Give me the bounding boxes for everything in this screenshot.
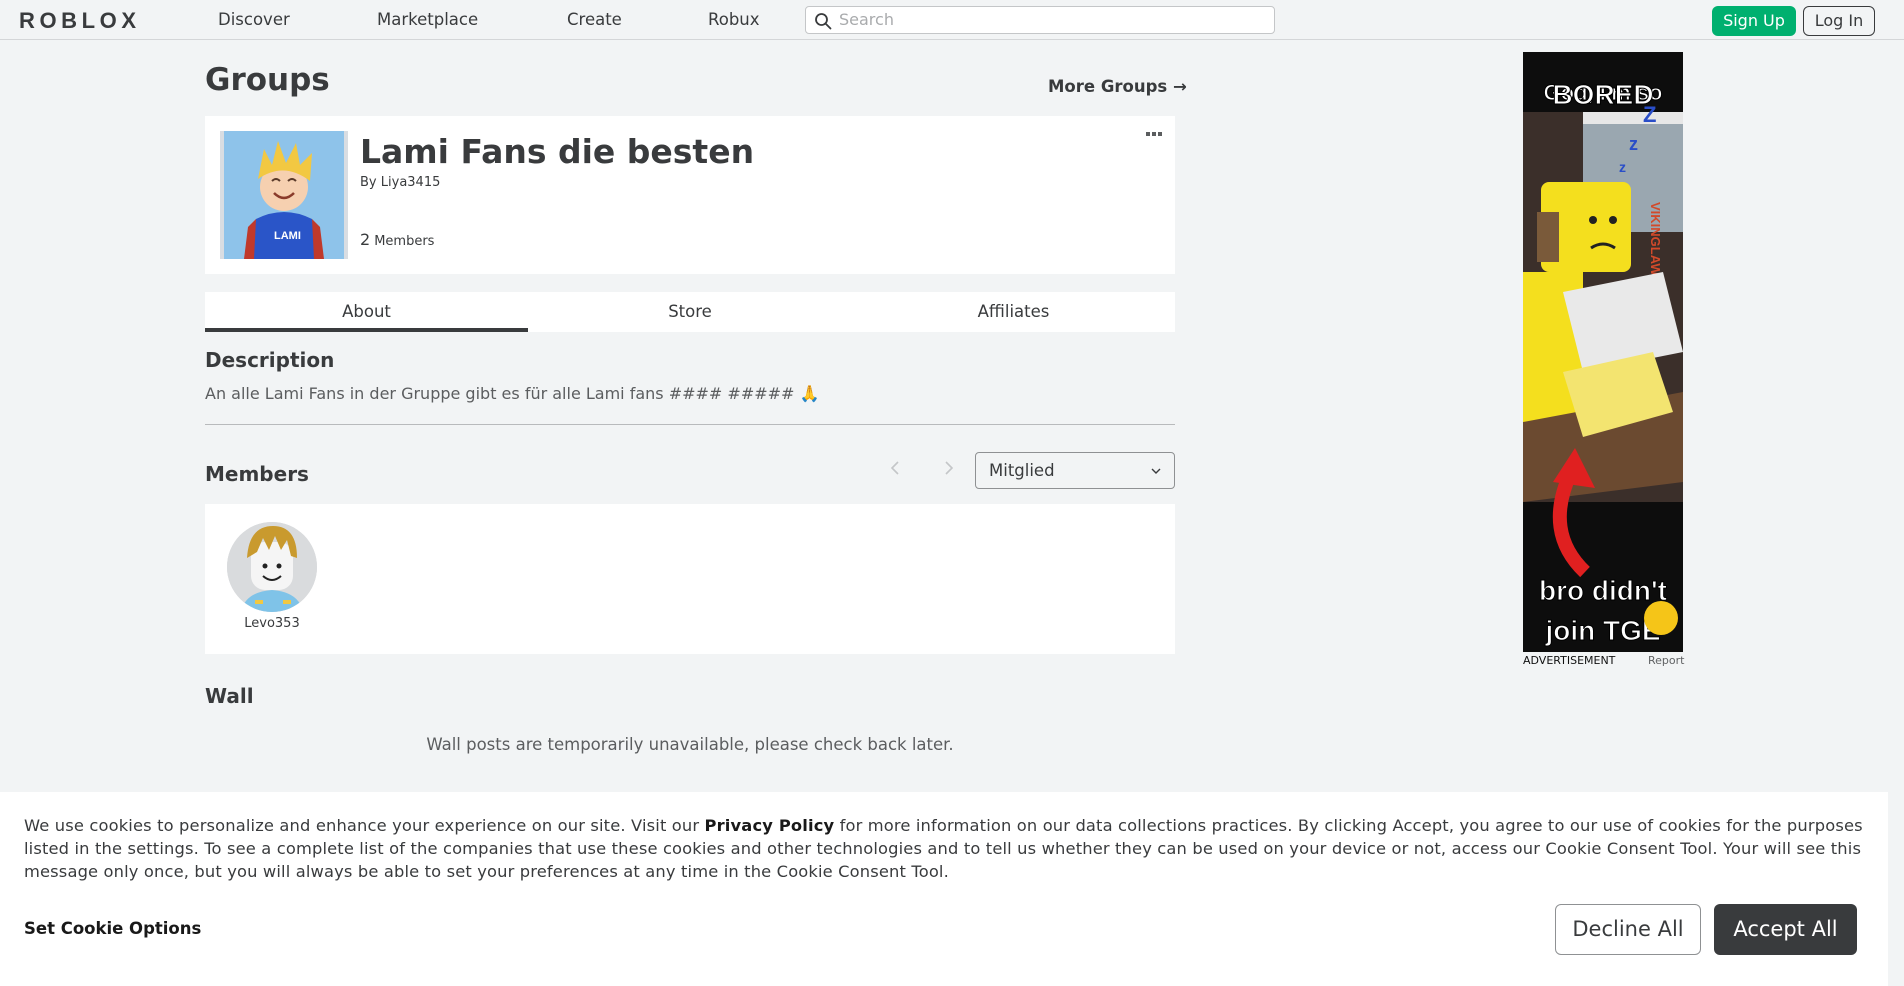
ad-top-text-2: BORED (1552, 79, 1653, 110)
cookie-message: We use cookies to personalize and enhanc… (24, 814, 1874, 883)
sign-up-button[interactable]: Sign Up (1712, 6, 1796, 36)
owner-link[interactable]: Liya3415 (381, 175, 441, 190)
search-placeholder: Search (839, 10, 894, 29)
nav-discover[interactable]: Discover (218, 0, 290, 40)
role-select-value: Mitglied (989, 461, 1055, 480)
tab-affiliates[interactable]: Affiliates (852, 292, 1175, 332)
search-input[interactable]: Search (805, 6, 1275, 34)
tab-about[interactable]: About (205, 292, 528, 332)
svg-text:z: z (1629, 134, 1638, 154)
members-heading: Members (205, 462, 309, 486)
group-emblem-image: LAMI (220, 131, 348, 259)
avatar[interactable] (227, 522, 317, 612)
group-emblem: LAMI (220, 131, 348, 259)
ad-bottom-text-1: bro didn't (1539, 575, 1667, 606)
divider (205, 424, 1175, 425)
group-header-card: LAMI Lami Fans die besten By Liya3415 2M… (205, 116, 1175, 274)
svg-text:VIKINGLAW: VIKINGLAW (1648, 202, 1663, 276)
wall-heading: Wall (205, 684, 254, 708)
previous-page-icon[interactable] (886, 458, 906, 478)
svg-text:z: z (1619, 159, 1626, 175)
member-count-number: 2 (360, 230, 371, 249)
chevron-down-icon (1151, 468, 1161, 474)
decline-all-button[interactable]: Decline All (1555, 904, 1701, 955)
svg-text:ROBLOX: ROBLOX (19, 9, 137, 31)
ad-emoji-icon (1644, 601, 1678, 635)
svg-text:LAMI: LAMI (274, 230, 301, 242)
member-count-label: Members (374, 234, 435, 249)
group-owner: By Liya3415 (360, 175, 440, 190)
set-cookie-options-link[interactable]: Set Cookie Options (24, 919, 201, 938)
member-count: 2 Members (360, 230, 434, 249)
log-in-button[interactable]: Log In (1803, 6, 1875, 36)
group-tabs: About Store Affiliates (205, 292, 1175, 332)
tab-store[interactable]: Store (528, 292, 852, 332)
group-description: An alle Lami Fans in der Gruppe gibt es … (205, 384, 820, 403)
report-ad-link[interactable]: Report (1648, 654, 1684, 667)
more-groups-link[interactable]: More Groups → (1048, 77, 1187, 96)
privacy-policy-link[interactable]: Privacy Policy (705, 816, 835, 835)
wall-unavailable-message: Wall posts are temporarily unavailable, … (426, 735, 954, 754)
ad-bottom-text-2: join TGE (1544, 615, 1660, 646)
nav-create[interactable]: Create (567, 0, 622, 40)
owner-by-label: By (360, 175, 377, 190)
top-navigation-bar: ROBLOX Discover Marketplace Create Robux… (0, 0, 1904, 40)
ad-image: VIKINGLAW Z z z God, I'm so BOREDbro did… (1523, 52, 1683, 652)
member-card[interactable]: Levo353 (227, 522, 317, 631)
cookie-text-intro: We use cookies to personalize and enhanc… (24, 816, 705, 835)
group-name: Lami Fans die besten (360, 132, 755, 171)
member-name[interactable]: Levo353 (227, 616, 317, 631)
advertisement-label: ADVERTISEMENT (1523, 654, 1616, 667)
accept-all-button[interactable]: Accept All (1714, 904, 1857, 955)
search-icon (815, 13, 832, 30)
roblox-logo[interactable]: ROBLOX (19, 9, 139, 31)
nav-marketplace[interactable]: Marketplace (377, 0, 478, 40)
cookie-consent-banner: We use cookies to personalize and enhanc… (0, 792, 1888, 986)
advertisement-banner[interactable]: VIKINGLAW Z z z God, I'm so BORED bro di… (1523, 52, 1683, 652)
avatar-image (227, 522, 317, 612)
description-heading: Description (205, 348, 335, 372)
page-title: Groups (205, 62, 330, 98)
more-options-icon[interactable] (1145, 130, 1163, 140)
members-list: Levo353 (205, 504, 1175, 654)
nav-robux[interactable]: Robux (708, 0, 760, 40)
next-page-icon[interactable] (938, 458, 958, 478)
role-select[interactable]: Mitglied (975, 452, 1175, 489)
